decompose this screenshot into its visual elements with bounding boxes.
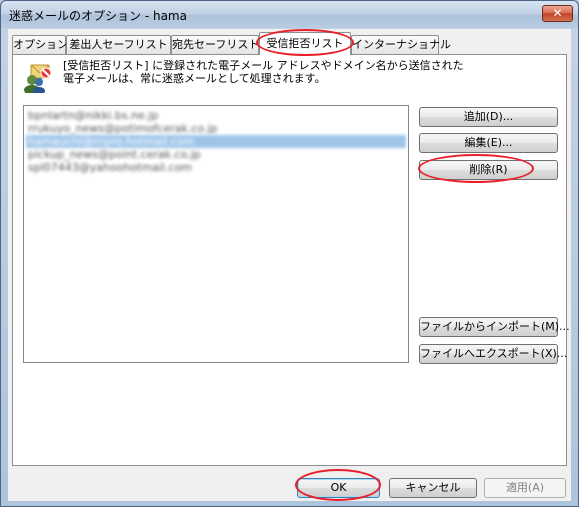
import-button[interactable]: ファイルからインポート(M)... xyxy=(419,317,570,337)
window-title: 迷惑メールのオプション - hama xyxy=(9,9,187,23)
blocked-users-icon xyxy=(24,64,52,93)
dialog-client-area: オプション 差出人セーフリスト 宛先セーフリスト 受信拒否リスト インターナショ… xyxy=(8,29,571,501)
cancel-button[interactable]: キャンセル xyxy=(389,478,477,498)
edit-button[interactable]: 編集(E)... xyxy=(419,133,558,153)
tab-international[interactable]: インターナショナル xyxy=(351,35,451,54)
export-button[interactable]: ファイルへエクスポート(X)... xyxy=(419,344,567,364)
blocked-senders-panel: [受信拒否リスト] に登録された電子メール アドレスやドメイン名から送信された … xyxy=(12,54,570,466)
add-button[interactable]: 追加(D)... xyxy=(419,107,558,127)
ok-button[interactable]: OK xyxy=(297,478,380,498)
junk-mail-options-dialog: 迷惑メールのオプション - hama ✕ オプション 差出人セーフリスト 宛先セ… xyxy=(0,0,579,507)
tab-options[interactable]: オプション xyxy=(12,35,68,54)
apply-button[interactable]: 適用(A) xyxy=(484,478,566,498)
tab-blocked-senders[interactable]: 受信拒否リスト xyxy=(259,32,351,55)
blocked-senders-list[interactable]: bpnlartn@nikki.bs.ne.jp rrukuyo_news@pot… xyxy=(23,105,409,363)
description-line-2: 電子メールは、常に迷惑メールとして処理されます。 xyxy=(63,72,326,85)
title-bar[interactable]: 迷惑メールのオプション - hama ✕ xyxy=(1,1,578,28)
description-text: [受信拒否リスト] に登録された電子メール アドレスやドメイン名から送信された … xyxy=(63,59,483,85)
delete-button[interactable]: 削除(R) xyxy=(419,160,558,180)
list-item[interactable]: rrukuyo_news@potimofcerak.co.jp xyxy=(26,122,406,135)
description-line-1: [受信拒否リスト] に登録された電子メール アドレスやドメイン名から送信された xyxy=(63,59,464,72)
list-item[interactable]: bpnlartn@nikki.bs.ne.jp xyxy=(26,109,406,122)
tab-safe-senders[interactable]: 差出人セーフリスト xyxy=(66,35,171,54)
tab-safe-recipients[interactable]: 宛先セーフリスト xyxy=(171,35,259,54)
list-item-selected[interactable]: hamauchi@rnpro.hotmail.com xyxy=(26,135,406,148)
list-item[interactable]: pickup_news@point.cerak.co.jp xyxy=(26,148,406,161)
list-item[interactable]: spl07443@yahoohotmail.com xyxy=(26,161,406,174)
close-button[interactable]: ✕ xyxy=(542,5,573,22)
